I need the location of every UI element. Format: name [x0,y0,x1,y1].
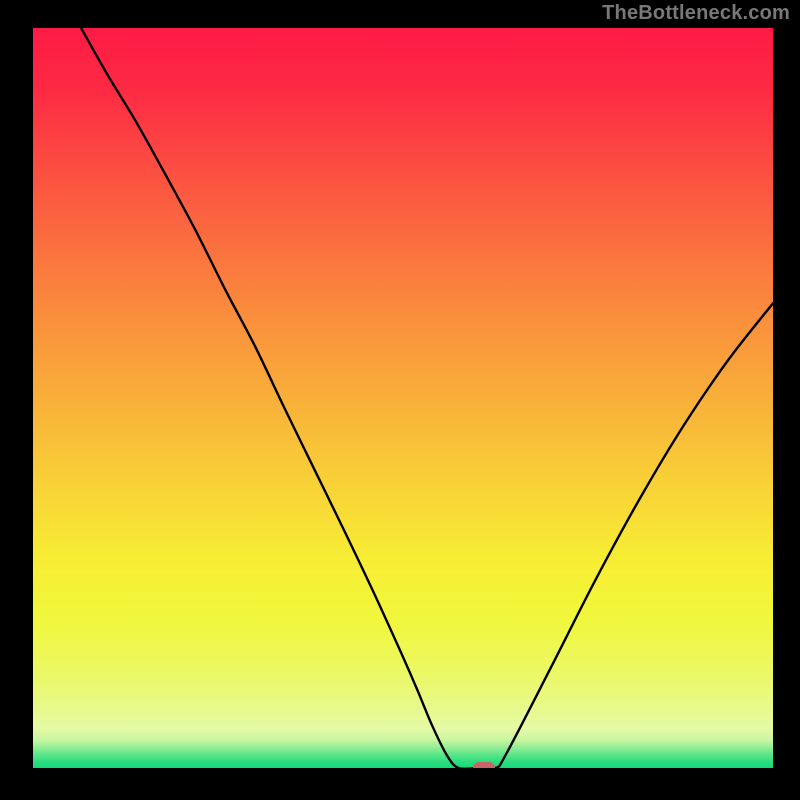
v-curve [33,28,773,768]
plot-area [33,28,773,768]
chart-container: TheBottleneck.com [0,0,800,800]
attribution-label: TheBottleneck.com [602,2,790,25]
optimal-marker [473,762,495,768]
